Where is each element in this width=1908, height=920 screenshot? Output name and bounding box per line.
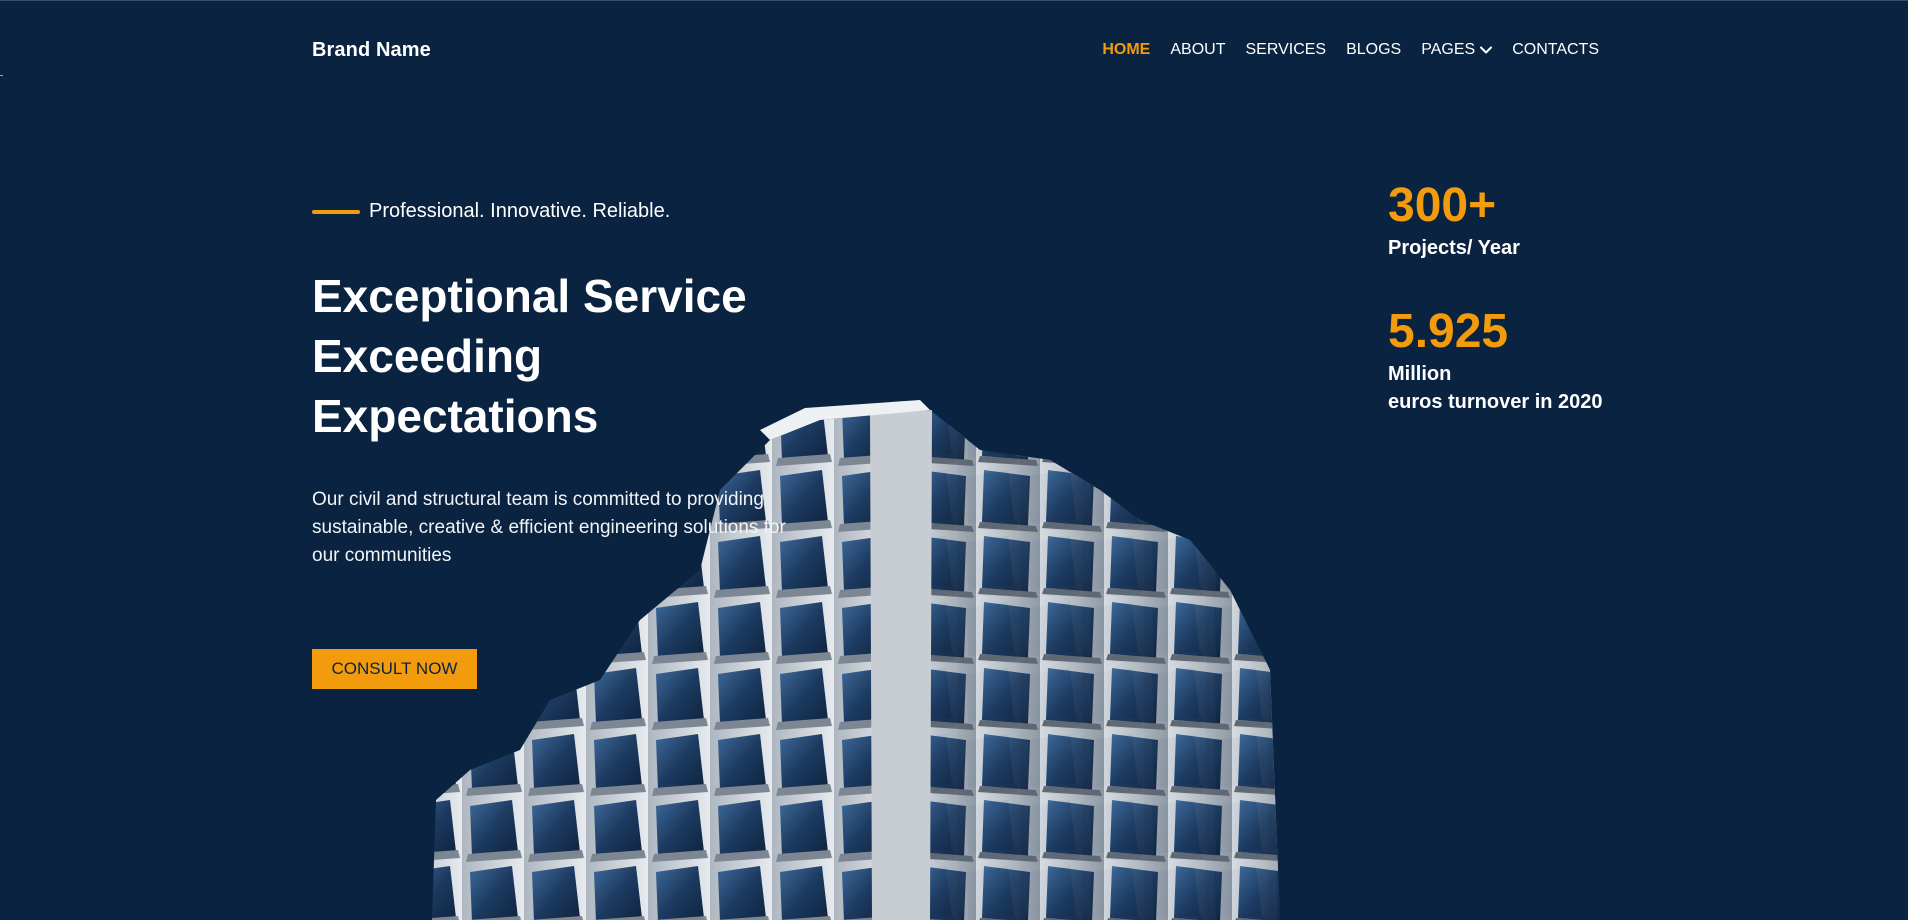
stat-projects: 300+ Projects/ Year <box>1388 178 1603 262</box>
nav-pages-dropdown[interactable]: PAGES <box>1421 41 1493 59</box>
tagline-accent-bar <box>312 209 360 214</box>
nav-blogs[interactable]: BLOGS <box>1346 41 1401 59</box>
nav-home[interactable]: HOME <box>1102 41 1150 59</box>
hero-tagline: Professional. Innovative. Reliable. <box>312 200 670 223</box>
stat-turnover: 5.925 Million euros turnover in 2020 <box>1388 304 1603 416</box>
top-border <box>0 0 1908 1</box>
stat-value: 300+ <box>1388 179 1497 232</box>
nav-contacts[interactable]: CONTACTS <box>1512 41 1599 59</box>
headline-line-1: Exceptional Service <box>312 270 747 322</box>
nav-services[interactable]: SERVICES <box>1245 41 1326 59</box>
consult-now-button[interactable]: CONSULT NOW <box>312 649 477 689</box>
stat-value: 5.925 <box>1388 305 1509 358</box>
stat-label: euros turnover in 2020 <box>1388 391 1603 413</box>
stat-label: Million <box>1388 363 1452 385</box>
nav-pages-label: PAGES <box>1421 41 1476 58</box>
stat-label: Projects/ Year <box>1388 237 1520 259</box>
stats-panel: 300+ Projects/ Year 5.925 Million euros … <box>1388 178 1603 416</box>
nav-about[interactable]: ABOUT <box>1170 41 1225 59</box>
chevron-down-icon <box>1480 46 1493 54</box>
brand-logo[interactable]: Brand Name <box>312 39 431 62</box>
main-nav: HOME ABOUT SERVICES BLOGS PAGES CONTACTS <box>1102 41 1599 59</box>
hero-description: Our civil and structural team is committ… <box>312 489 786 566</box>
tagline-text: Professional. Innovative. Reliable. <box>369 200 671 222</box>
edge-marker <box>0 75 3 76</box>
building-image <box>432 400 1280 920</box>
headline-line-2: Exceeding <box>312 330 543 382</box>
